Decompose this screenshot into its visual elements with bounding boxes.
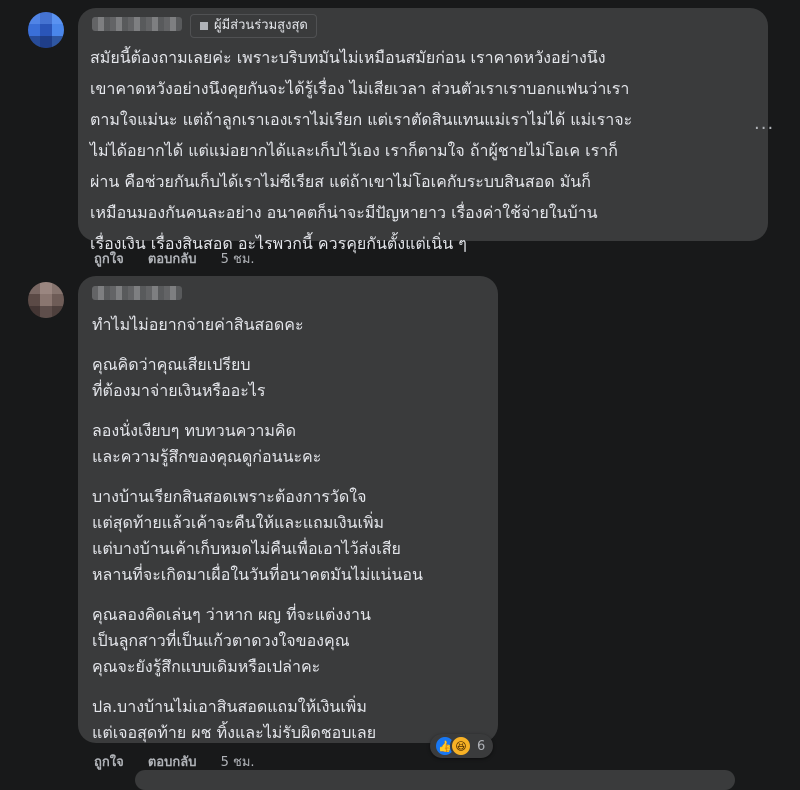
comment-text: สมัยนี้ต้องถามเลยค่ะ เพราะบริบทมันไม่เหม… [90,42,760,259]
comment-line: ลองนั่งเงียบๆ ทบทวนความคิด [92,421,296,440]
avatar[interactable] [28,282,64,318]
comment-line: บางบ้านเรียกสินสอดเพราะต้องการวัดใจ [92,487,367,506]
top-contributor-badge: ผู้มีส่วนร่วมสูงสุด [190,14,317,38]
comment-line: แต่บางบ้านเค้าเก็บหมดไม่คืนเพื่อเอาไว้ส่… [92,539,401,558]
more-options-icon[interactable]: ··· [754,118,774,139]
comment-line: ทำไมไม่อยากจ่ายค่าสินสอดคะ [92,315,304,334]
comment-paragraph: ทำไมไม่อยากจ่ายค่าสินสอดคะ [92,312,492,338]
reactions-summary[interactable]: 👍 😆 6 [430,734,494,758]
comment-paragraph: คุณลองคิดเล่นๆ ว่าหาก ผญ ที่จะแต่งงาน เป… [92,602,492,680]
comment-paragraph: ลองนั่งเงียบๆ ทบทวนความคิด และความรู้สึก… [92,418,492,470]
comment-line: คุณลองคิดเล่นๆ ว่าหาก ผญ ที่จะแต่งงาน [92,605,371,624]
comment-actions: ถูกใจ ตอบกลับ 5 ชม. [94,248,275,269]
author-name-blurred[interactable] [92,286,182,300]
comment-line: หลานที่จะเกิดมาเผื่อในวันที่อนาคตมันไม่แ… [92,565,423,584]
comment-line: ไม่ได้อยากได้ แต่แม่อยากได้และเก็บไว้เอง… [90,141,618,160]
reply-button[interactable]: ตอบกลับ [148,755,197,770]
comment-line: ที่ต้องมาจ่ายเงินหรืออะไร [92,381,266,400]
comment-line: เป็นลูกสาวที่เป็นแก้วตาดวงใจของคุณ [92,631,350,650]
comment-line: คุณคิดว่าคุณเสียเปรียบ [92,355,251,374]
comment-line: คุณจะยังรู้สึกแบบเดิมหรือเปล่าคะ [92,657,321,676]
author-name-blurred[interactable] [92,17,182,31]
comment-paragraph: คุณคิดว่าคุณเสียเปรียบ ที่ต้องมาจ่ายเงิน… [92,352,492,404]
comment-line: และความรู้สึกของคุณดูก่อนนะคะ [92,447,322,466]
comment-line: ปล.บางบ้านไม่เอาสินสอดแถมให้เงินเพิ่ม [92,697,367,716]
next-comment-bubble [135,770,735,790]
comment-line: สมัยนี้ต้องถามเลยค่ะ เพราะบริบทมันไม่เหม… [90,48,606,67]
like-button[interactable]: ถูกใจ [94,252,124,267]
reaction-count: 6 [477,738,486,754]
comment-line: ตามใจแม่นะ แต่ถ้าลูกเราเองเราไม่เรียก แต… [90,110,633,129]
comment-line: ผ่าน คือช่วยกันเก็บได้เราไม่ซีเรียส แต่ถ… [90,172,591,191]
badge-label: ผู้มีส่วนร่วมสูงสุด [214,18,308,33]
comment-actions: ถูกใจ ตอบกลับ 5 ชม. [94,751,275,772]
reply-button[interactable]: ตอบกลับ [148,252,197,267]
comment-line: เขาคาดหวังอย่างนึงคุยกันจะได้รู้เรื่อง ไ… [90,79,630,98]
comment-line: เหมือนมองกันคนละอย่าง อนาคตก็น่าจะมีปัญห… [90,203,598,222]
timestamp[interactable]: 5 ชม. [221,252,255,267]
avatar[interactable] [28,12,64,48]
haha-icon: 😆 [450,735,472,757]
badge-icon [200,21,208,30]
like-button[interactable]: ถูกใจ [94,755,124,770]
timestamp[interactable]: 5 ชม. [221,755,255,770]
comment-text: ทำไมไม่อยากจ่ายค่าสินสอดคะ คุณคิดว่าคุณเ… [92,312,492,760]
comment-line: แต่สุดท้ายแล้วเค้าจะคืนให้และแถมเงินเพิ่… [92,513,385,532]
comment-paragraph: บางบ้านเรียกสินสอดเพราะต้องการวัดใจ แต่ส… [92,484,492,588]
